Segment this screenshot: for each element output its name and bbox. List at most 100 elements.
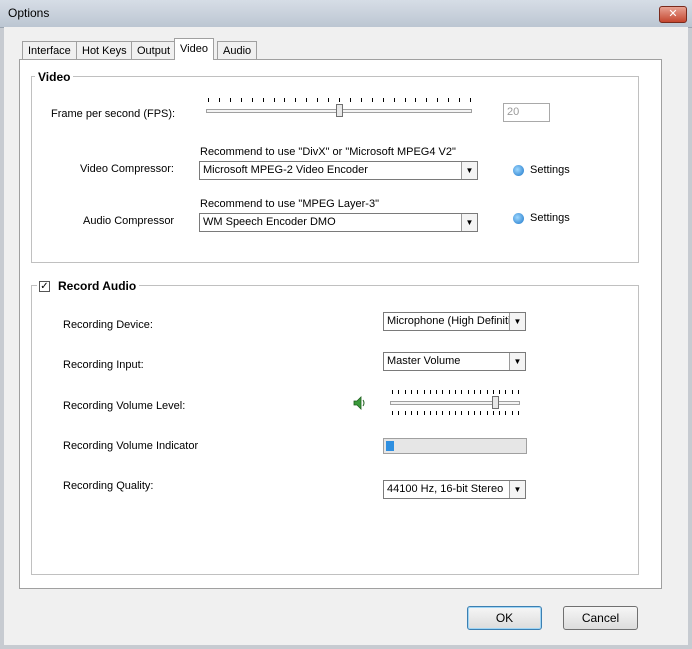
slider-tick [461, 390, 462, 394]
recording-device-label: Recording Device: [63, 319, 153, 331]
slider-tick [426, 98, 427, 102]
slider-tick [398, 411, 399, 415]
slider-tick [252, 98, 253, 102]
slider-tick [468, 390, 469, 394]
recording-input-value: Master Volume [387, 355, 461, 367]
slider-tick [442, 390, 443, 394]
volume-indicator-meter [383, 438, 527, 454]
audio-compressor-value: WM Speech Encoder DMO [203, 216, 336, 228]
cancel-button[interactable]: Cancel [563, 606, 638, 630]
fps-input[interactable]: 20 [503, 103, 550, 122]
slider-tick [436, 411, 437, 415]
chevron-down-icon: ▼ [461, 162, 477, 179]
slider-tick [424, 411, 425, 415]
settings-icon[interactable] [513, 213, 524, 224]
slider-tick [470, 98, 471, 102]
volume-indicator-fill [386, 441, 394, 451]
window-title: Options [8, 6, 50, 20]
video-compressor-value: Microsoft MPEG-2 Video Encoder [203, 164, 368, 176]
slider-tick [499, 390, 500, 394]
slider-tick [518, 411, 519, 415]
ok-button[interactable]: OK [467, 606, 542, 630]
slider-tick [430, 390, 431, 394]
video-compressor-dropdown[interactable]: Microsoft MPEG-2 Video Encoder ▼ [199, 161, 478, 180]
slider-tick [493, 390, 494, 394]
tab-interface[interactable]: Interface [22, 41, 77, 59]
volume-level-slider[interactable] [388, 388, 522, 418]
slider-tick [455, 411, 456, 415]
slider-tick [493, 411, 494, 415]
slider-tick [437, 98, 438, 102]
video-compressor-label: Video Compressor: [80, 163, 174, 175]
slider-tick [505, 411, 506, 415]
slider-tick [372, 98, 373, 102]
fps-slider[interactable] [204, 96, 474, 124]
settings-icon[interactable] [513, 165, 524, 176]
slider-tick [405, 390, 406, 394]
slider-tick [405, 98, 406, 102]
title-bar [0, 0, 692, 28]
tab-output[interactable]: Output [131, 41, 177, 59]
video-settings-link[interactable]: Settings [530, 164, 570, 176]
slider-tick [306, 98, 307, 102]
tab-video[interactable]: Video [174, 38, 214, 60]
recording-quality-dropdown[interactable]: 44100 Hz, 16-bit Stereo ▼ [383, 480, 526, 499]
record-audio-title: Record Audio [55, 279, 140, 293]
slider-tick [394, 98, 395, 102]
recording-input-dropdown[interactable]: Master Volume ▼ [383, 352, 526, 371]
audio-compressor-dropdown[interactable]: WM Speech Encoder DMO ▼ [199, 213, 478, 232]
slider-tick [518, 390, 519, 394]
slider-tick [284, 98, 285, 102]
slider-tick [512, 411, 513, 415]
slider-tick [468, 411, 469, 415]
slider-tick [392, 411, 393, 415]
volume-indicator-label: Recording Volume Indicator [63, 440, 199, 452]
volume-slider-thumb[interactable] [492, 396, 499, 409]
recording-quality-label: Recording Quality: [63, 480, 154, 492]
slider-tick [417, 411, 418, 415]
slider-tick [430, 411, 431, 415]
slider-tick [448, 98, 449, 102]
audio-settings-link[interactable]: Settings [530, 212, 570, 224]
tab-hot-keys[interactable]: Hot Keys [76, 41, 133, 59]
audio-compressor-hint: Recommend to use "MPEG Layer-3" [200, 198, 379, 210]
slider-tick [274, 98, 275, 102]
recording-device-value: Microphone (High Definitio [387, 315, 517, 327]
slider-tick [512, 390, 513, 394]
slider-tick [480, 390, 481, 394]
slider-tick [487, 390, 488, 394]
slider-tick [436, 390, 437, 394]
slider-tick [361, 98, 362, 102]
slider-tick [474, 411, 475, 415]
slider-tick [449, 390, 450, 394]
chevron-down-icon: ▼ [509, 313, 525, 330]
video-group-title: Video [35, 70, 74, 84]
fps-label: Frame per second (FPS): [51, 108, 176, 120]
speaker-icon[interactable] [352, 395, 368, 411]
volume-slider-track [390, 401, 520, 405]
slider-tick [295, 98, 296, 102]
slider-tick [219, 98, 220, 102]
slider-tick [461, 411, 462, 415]
chevron-down-icon: ▼ [461, 214, 477, 231]
recording-device-dropdown[interactable]: Microphone (High Definitio ▼ [383, 312, 526, 331]
slider-tick [455, 390, 456, 394]
volume-level-label: Recording Volume Level: [63, 400, 186, 412]
chevron-down-icon: ▼ [509, 353, 525, 370]
slider-tick [411, 411, 412, 415]
fps-slider-thumb[interactable] [336, 104, 343, 117]
slider-tick [459, 98, 460, 102]
slider-tick [405, 411, 406, 415]
slider-tick [411, 390, 412, 394]
slider-tick [350, 98, 351, 102]
slider-tick [328, 98, 329, 102]
slider-tick [415, 98, 416, 102]
slider-tick [505, 390, 506, 394]
slider-tick [417, 390, 418, 394]
slider-tick [449, 411, 450, 415]
tab-audio[interactable]: Audio [217, 41, 258, 59]
slider-tick [442, 411, 443, 415]
record-audio-checkbox[interactable]: ✓ [39, 281, 50, 292]
slider-tick [398, 390, 399, 394]
close-button[interactable]: ✕ [659, 6, 687, 23]
